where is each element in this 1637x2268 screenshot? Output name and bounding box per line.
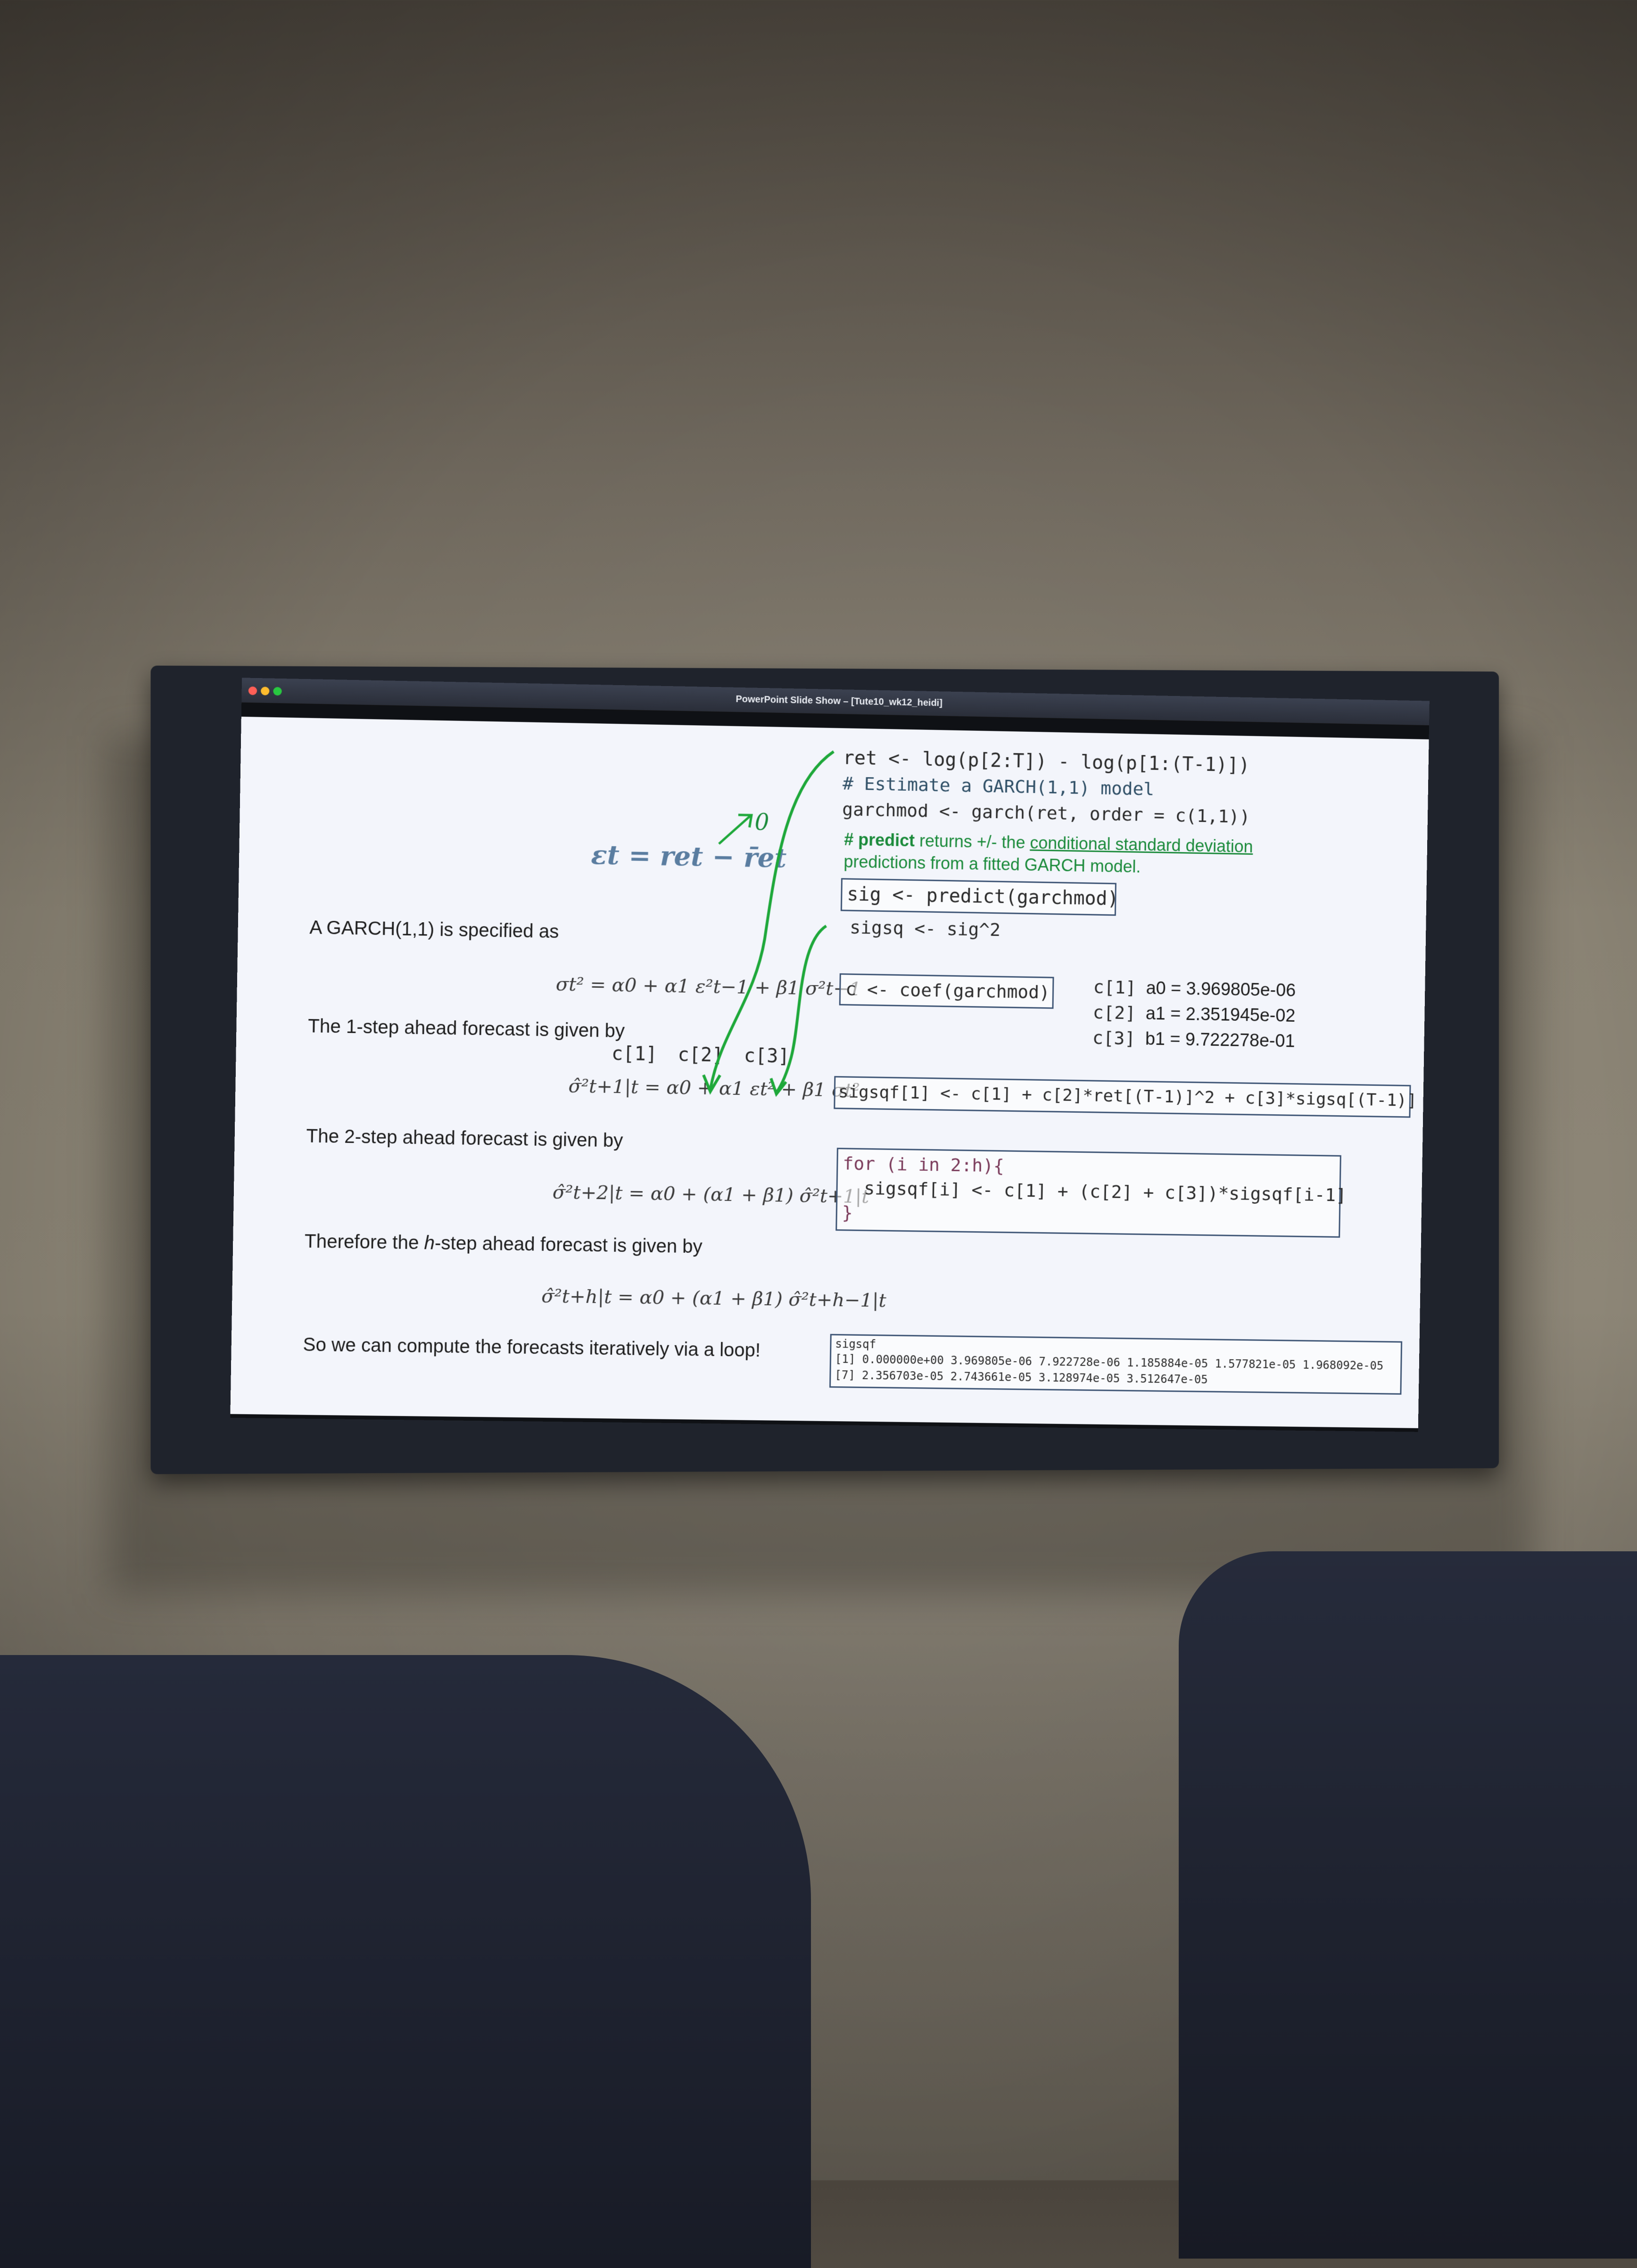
arrow-stroke-sigsq: [777, 925, 827, 1093]
arrow-stroke-zero: [719, 816, 750, 844]
tv-screen: PowerPoint Slide Show – [Tute10_wk12_hei…: [230, 678, 1430, 1432]
chair-back-left: [0, 1655, 811, 2268]
handwritten-annotations: [230, 717, 1429, 1428]
chair-back-right: [1179, 1551, 1637, 2259]
arrow-stroke-ret: [711, 749, 834, 1091]
presentation-slide[interactable]: εt = ret − r̄et 0 A GARCH(1,1) is specif…: [230, 716, 1429, 1428]
